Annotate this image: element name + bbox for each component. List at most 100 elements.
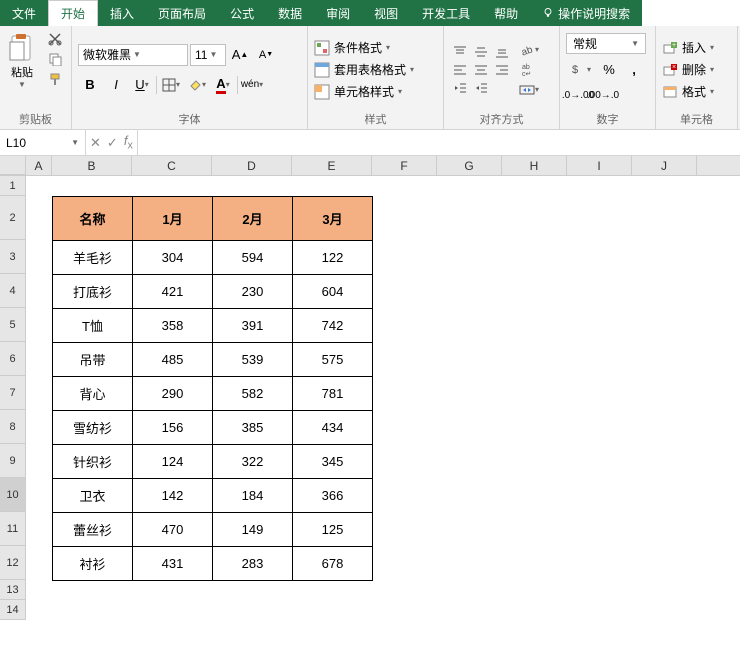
table-cell[interactable]: 431 <box>133 547 213 581</box>
align-middle-button[interactable] <box>471 44 491 60</box>
table-cell[interactable]: 122 <box>293 241 373 275</box>
tab-home[interactable]: 开始 <box>48 0 98 26</box>
decrease-decimal-button[interactable]: .00→.0 <box>591 84 615 106</box>
tab-page-layout[interactable]: 页面布局 <box>146 0 218 26</box>
row-header[interactable]: 6 <box>0 342 26 376</box>
table-cell[interactable]: 衬衫 <box>53 547 133 581</box>
number-format-select[interactable]: 常规▼ <box>566 33 646 54</box>
font-color-button[interactable]: A▾ <box>211 74 235 96</box>
table-cell[interactable]: 322 <box>213 445 293 479</box>
table-cell[interactable]: 678 <box>293 547 373 581</box>
row-header[interactable]: 8 <box>0 410 26 444</box>
table-cell[interactable]: 434 <box>293 411 373 445</box>
row-header[interactable]: 5 <box>0 308 26 342</box>
row-header[interactable]: 7 <box>0 376 26 410</box>
merge-button[interactable]: ▾ <box>516 82 542 98</box>
table-cell[interactable]: 470 <box>133 513 213 547</box>
tab-insert[interactable]: 插入 <box>98 0 146 26</box>
col-header-B[interactable]: B <box>52 156 132 175</box>
table-cell[interactable]: 594 <box>213 241 293 275</box>
table-header[interactable]: 1月 <box>133 197 213 241</box>
col-header-G[interactable]: G <box>437 156 502 175</box>
table-cell[interactable]: 针织衫 <box>53 445 133 479</box>
decrease-font-button[interactable]: A▼ <box>254 44 278 66</box>
table-cell[interactable]: 打底衫 <box>53 275 133 309</box>
col-header-D[interactable]: D <box>212 156 292 175</box>
fill-color-button[interactable]: ▾ <box>185 74 209 96</box>
table-cell[interactable]: 156 <box>133 411 213 445</box>
enter-formula-button[interactable]: ✓ <box>107 135 118 151</box>
increase-font-button[interactable]: A▲ <box>228 44 252 66</box>
col-header-J[interactable]: J <box>632 156 697 175</box>
table-cell[interactable]: 358 <box>133 309 213 343</box>
row-header[interactable]: 11 <box>0 512 26 546</box>
cut-button[interactable] <box>46 30 64 48</box>
row-header[interactable]: 13 <box>0 580 26 600</box>
col-header-F[interactable]: F <box>372 156 437 175</box>
row-header[interactable]: 3 <box>0 240 26 274</box>
font-name-select[interactable]: 微软雅黑▼ <box>78 44 188 66</box>
table-cell[interactable]: 575 <box>293 343 373 377</box>
table-cell[interactable]: 283 <box>213 547 293 581</box>
name-box[interactable]: L10▼ <box>0 130 86 155</box>
table-cell[interactable]: 125 <box>293 513 373 547</box>
tab-view[interactable]: 视图 <box>362 0 410 26</box>
row-header[interactable]: 12 <box>0 546 26 580</box>
font-size-select[interactable]: 11▼ <box>190 44 226 66</box>
row-header[interactable]: 10 <box>0 478 26 512</box>
table-cell[interactable]: 卫衣 <box>53 479 133 513</box>
table-header[interactable]: 2月 <box>213 197 293 241</box>
tell-me-search[interactable]: 操作说明搜索 <box>530 0 642 26</box>
table-cell[interactable]: 羊毛衫 <box>53 241 133 275</box>
italic-button[interactable]: I <box>104 74 128 96</box>
col-header-H[interactable]: H <box>502 156 567 175</box>
align-right-button[interactable] <box>492 62 512 78</box>
align-left-button[interactable] <box>450 62 470 78</box>
table-cell[interactable]: 吊带 <box>53 343 133 377</box>
conditional-format-button[interactable]: 条件格式▾ <box>314 38 437 58</box>
col-header-A[interactable]: A <box>26 156 52 175</box>
table-header[interactable]: 名称 <box>53 197 133 241</box>
table-cell[interactable]: 蕾丝衫 <box>53 513 133 547</box>
select-all-corner[interactable] <box>0 156 26 175</box>
fx-button[interactable]: fx <box>124 133 133 152</box>
table-cell[interactable]: 604 <box>293 275 373 309</box>
tab-formulas[interactable]: 公式 <box>218 0 266 26</box>
table-cell[interactable]: 290 <box>133 377 213 411</box>
col-header-C[interactable]: C <box>132 156 212 175</box>
table-cell[interactable]: 142 <box>133 479 213 513</box>
cancel-formula-button[interactable]: ✕ <box>90 135 101 151</box>
row-header[interactable]: 1 <box>0 176 26 196</box>
table-cell[interactable]: 582 <box>213 377 293 411</box>
table-cell[interactable]: 雪纺衫 <box>53 411 133 445</box>
table-cell[interactable]: 391 <box>213 309 293 343</box>
table-cell[interactable]: T恤 <box>53 309 133 343</box>
copy-button[interactable] <box>46 50 64 68</box>
tab-file[interactable]: 文件 <box>0 0 48 26</box>
tab-help[interactable]: 帮助 <box>482 0 530 26</box>
insert-cells-button[interactable]: +插入▾ <box>662 38 731 58</box>
col-header-I[interactable]: I <box>567 156 632 175</box>
row-header[interactable]: 9 <box>0 444 26 478</box>
table-cell[interactable]: 345 <box>293 445 373 479</box>
tab-developer[interactable]: 开发工具 <box>410 0 482 26</box>
table-cell[interactable]: 230 <box>213 275 293 309</box>
table-cell[interactable]: 304 <box>133 241 213 275</box>
bold-button[interactable]: B <box>78 74 102 96</box>
table-cell[interactable]: 184 <box>213 479 293 513</box>
table-cell[interactable]: 485 <box>133 343 213 377</box>
align-top-button[interactable] <box>450 44 470 60</box>
table-cell[interactable]: 421 <box>133 275 213 309</box>
row-header[interactable]: 4 <box>0 274 26 308</box>
increase-indent-button[interactable] <box>471 80 491 96</box>
cell-styles-button[interactable]: 单元格样式▾ <box>314 82 437 102</box>
tab-review[interactable]: 审阅 <box>314 0 362 26</box>
align-bottom-button[interactable] <box>492 44 512 60</box>
format-as-table-button[interactable]: 套用表格格式▾ <box>314 60 437 80</box>
table-cell[interactable]: 背心 <box>53 377 133 411</box>
formula-input[interactable] <box>138 130 740 155</box>
paste-button[interactable]: 粘贴 ▼ <box>6 30 38 91</box>
decrease-indent-button[interactable] <box>450 80 470 96</box>
borders-button[interactable]: ▾ <box>159 74 183 96</box>
format-cells-button[interactable]: 格式▾ <box>662 82 731 102</box>
